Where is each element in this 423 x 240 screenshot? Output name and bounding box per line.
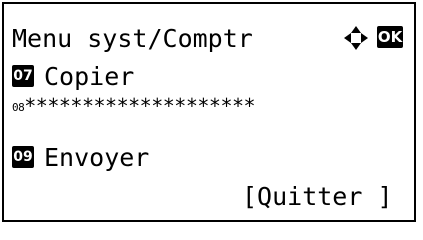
menu-item-label: Envoyer (44, 143, 150, 172)
masked-item-number: 08 (12, 101, 25, 114)
ok-key-icon[interactable]: OK (377, 26, 403, 48)
screen-title: Menu syst/Comptr (12, 24, 253, 53)
four-way-arrow-icon (344, 26, 368, 50)
menu-item-copier[interactable]: 07 Copier (12, 62, 402, 92)
menu-item-label: Copier (44, 62, 135, 91)
masked-item-label: ******************** (24, 94, 256, 118)
menu-item-hidden[interactable]: 08******************** (12, 92, 412, 120)
menu-item-envoyer[interactable]: 09 Envoyer (12, 143, 402, 173)
quitter-softkey[interactable]: [Quitter ] (242, 182, 393, 212)
item-number-badge: 09 (12, 146, 34, 168)
lcd-panel: Menu syst/Comptr OK 07 Copier 08********… (2, 2, 416, 222)
item-number-badge: 07 (12, 65, 34, 87)
masked-menu-line: 08******************** (12, 94, 412, 120)
